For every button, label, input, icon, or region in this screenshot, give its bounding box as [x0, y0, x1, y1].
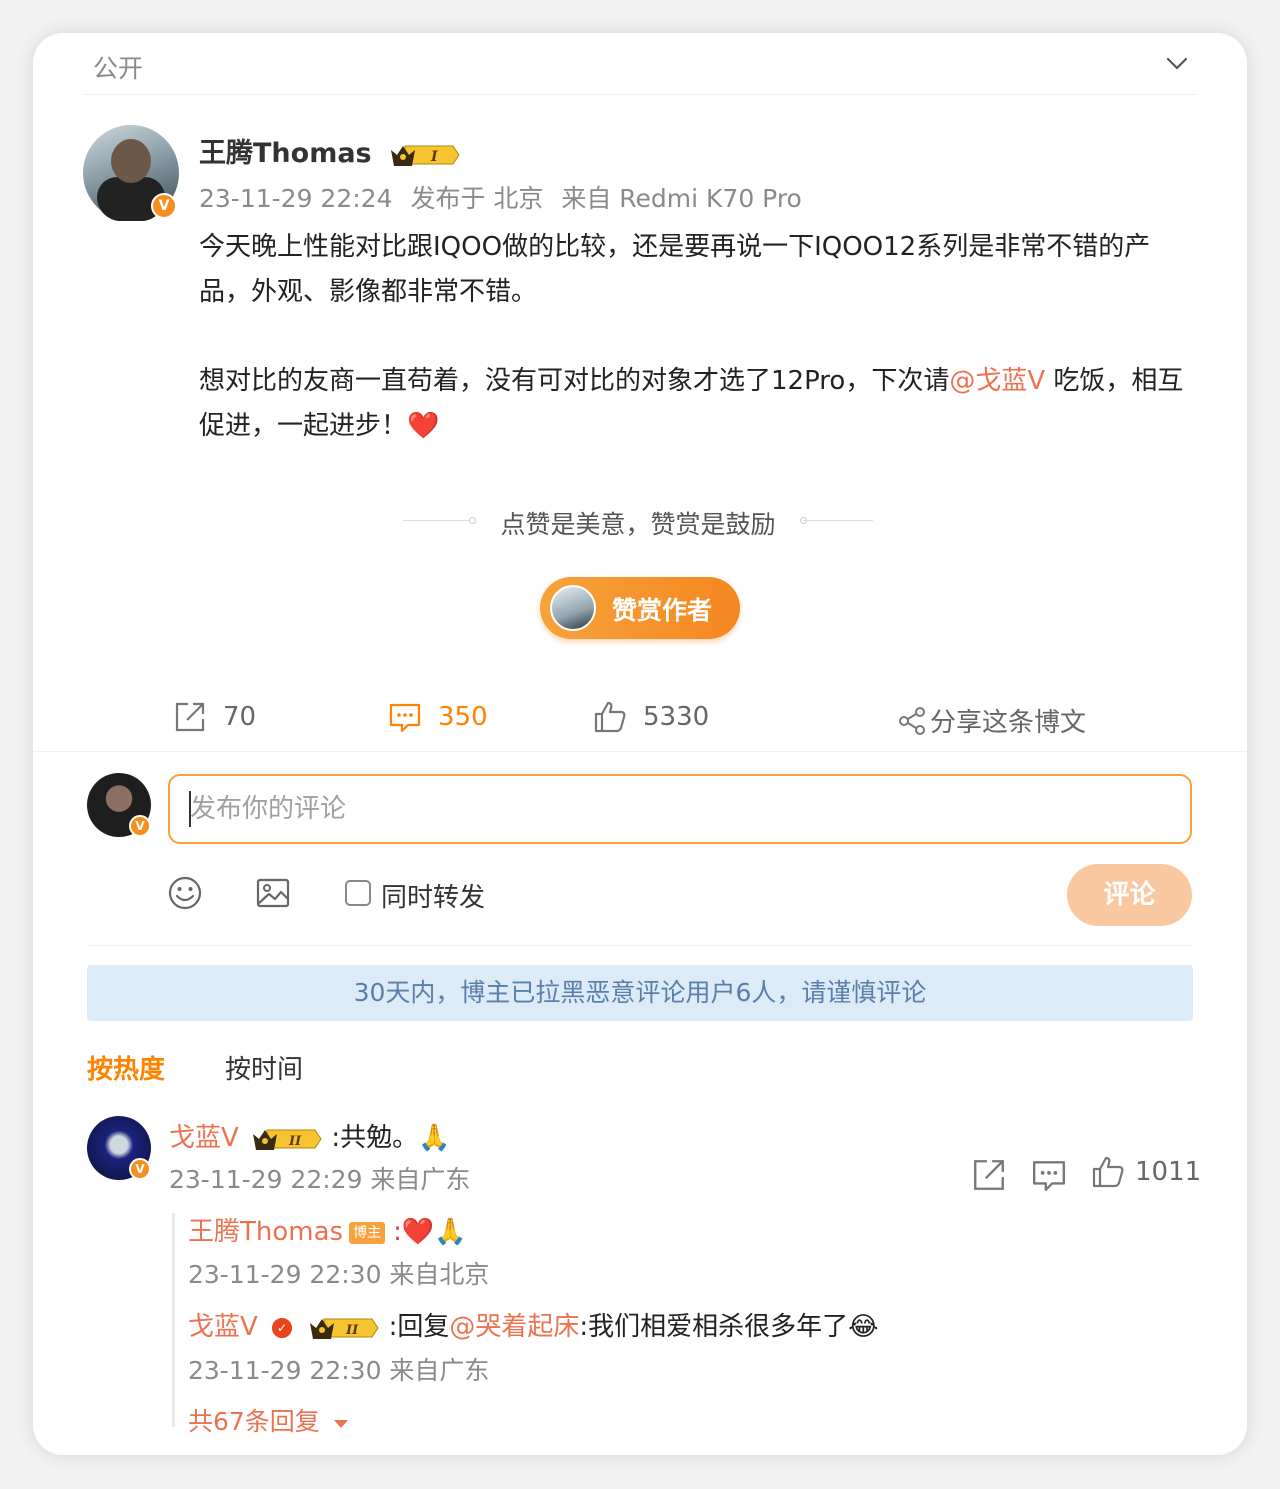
verified-badge-icon: V	[129, 1158, 151, 1180]
author-mini-avatar	[550, 585, 596, 631]
more-replies-label: 共67条回复	[188, 1407, 320, 1436]
like-button[interactable]: 5330	[593, 700, 709, 734]
commenter-name[interactable]: 戈蓝V	[169, 1123, 239, 1153]
author-name-text: 王腾Thomas	[199, 138, 372, 169]
verified-badge-icon: ✓	[270, 1315, 295, 1340]
verified-badge-icon: V	[151, 193, 177, 219]
sort-by-time-tab[interactable]: 按时间	[225, 1049, 303, 1086]
like-count: 5330	[643, 702, 710, 732]
reply-2-user[interactable]: 戈蓝V	[188, 1312, 258, 1342]
reward-author-button[interactable]: 赞赏作者	[540, 577, 740, 639]
sort-by-hot-tab[interactable]: 按热度	[87, 1049, 165, 1086]
repost-icon	[175, 702, 205, 732]
post-location: 发布于 北京	[410, 184, 544, 213]
reply-1: 王腾Thomas 博主 :❤️🙏	[188, 1211, 467, 1248]
reply-2-mention[interactable]: @哭着起床	[449, 1312, 579, 1342]
comment-text: :共勉。🙏	[331, 1123, 451, 1153]
more-replies-link[interactable]: 共67条回复	[188, 1402, 350, 1438]
reward-button-label: 赞赏作者	[612, 596, 713, 625]
comment-repost-icon[interactable]	[971, 1157, 1007, 1193]
reply-1-user[interactable]: 王腾Thomas	[188, 1217, 343, 1247]
image-icon[interactable]	[255, 875, 291, 911]
reply-1-text: :❤️🙏	[393, 1217, 467, 1247]
reply-2: 戈蓝V ✓ II :回复@哭着起床:我们相爱相杀很多年了😂	[188, 1306, 879, 1343]
reply-2-text-b: :我们相爱相杀很多年了😂	[579, 1312, 879, 1342]
svg-text:II: II	[345, 1323, 359, 1338]
visibility-bar: 公开	[83, 33, 1197, 95]
action-bar: 70 350 5330 分享这条博文	[33, 688, 1247, 752]
visibility-label: 公开	[93, 54, 144, 83]
reply-2-meta: 23-11-29 22:30 来自广东	[188, 1356, 490, 1385]
comment-header: 戈蓝V II :共勉。🙏	[169, 1117, 450, 1154]
verified-badge-icon: V	[129, 815, 151, 837]
share-button[interactable]: 分享这条博文	[898, 702, 1086, 739]
emoji-icon[interactable]	[167, 875, 203, 911]
blogger-tag: 博主	[349, 1221, 386, 1244]
reward-slogan: 点赞是美意，赞赏是鼓励	[403, 503, 873, 543]
repost-count: 70	[223, 702, 257, 732]
comment-count: 350	[438, 702, 488, 732]
comment-like-count: 1011	[1135, 1157, 1202, 1187]
comment-button[interactable]: 350	[388, 700, 488, 734]
repost-checkbox[interactable]	[345, 880, 371, 906]
para2-text-a: 想对比的友商一直苟着，没有可对比的对象才选了12Pro，下次请	[199, 366, 950, 396]
post-date[interactable]: 23-11-29 22:24	[199, 184, 392, 213]
comment-input[interactable]	[168, 774, 1192, 844]
reply-2-text-a: :回复	[388, 1312, 450, 1342]
thumbs-up-icon	[594, 701, 626, 733]
svg-text:II: II	[288, 1134, 302, 1149]
divider	[87, 945, 1193, 946]
post-device: 来自 Redmi K70 Pro	[561, 184, 802, 213]
share-label: 分享这条博文	[930, 708, 1087, 738]
text-cursor	[189, 791, 191, 827]
comment-icon	[389, 703, 421, 733]
comment-like-button[interactable]: 1011	[1091, 1155, 1201, 1189]
comment-reply-icon[interactable]	[1031, 1157, 1067, 1193]
repost-checkbox-label[interactable]: 同时转发	[381, 877, 485, 914]
comment-meta: 23-11-29 22:29 来自广东	[169, 1165, 471, 1194]
commenter-avatar[interactable]: V	[87, 1116, 151, 1180]
chevron-down-icon[interactable]	[1165, 51, 1189, 75]
vip-crown-icon: I	[391, 145, 460, 166]
share-icon	[899, 706, 925, 735]
post-meta: 23-11-29 22:24 发布于 北京 来自 Redmi K70 Pro	[199, 179, 812, 215]
current-user-avatar[interactable]: V	[87, 773, 151, 837]
post-content: 今天晚上性能对比跟IQOO做的比较，还是要再说一下IQOO12系列是非常不错的产…	[199, 225, 1199, 449]
author-name[interactable]: 王腾Thomas I	[199, 131, 461, 170]
vip-crown-icon: II	[253, 1129, 322, 1150]
author-avatar[interactable]: V	[83, 125, 179, 221]
reply-1-meta: 23-11-29 22:30 来自北京	[188, 1260, 490, 1289]
replies-divider	[172, 1213, 175, 1427]
svg-text:I: I	[430, 149, 438, 165]
repost-button[interactable]: 70	[173, 700, 256, 734]
post-paragraph-2: 想对比的友商一直苟着，没有可对比的对象才选了12Pro，下次请@戈蓝V 吃饭，相…	[199, 359, 1199, 449]
submit-comment-button[interactable]: 评论	[1067, 864, 1192, 926]
caret-down-icon	[333, 1420, 348, 1428]
thumbs-up-icon	[1092, 1156, 1124, 1188]
post-paragraph-1: 今天晚上性能对比跟IQOO做的比较，还是要再说一下IQOO12系列是非常不错的产…	[199, 232, 1151, 307]
mention-link[interactable]: @戈蓝V	[949, 366, 1045, 396]
post-card: 公开 V 王腾Thomas I 23-11-29 22:24 发布于 北京 来自…	[33, 33, 1247, 1455]
vip-crown-icon: II	[310, 1318, 379, 1339]
heart-emoji: ❤️	[407, 411, 440, 441]
blocked-users-notice: 30天内，博主已拉黑恶意评论用户6人，请谨慎评论	[87, 965, 1193, 1021]
